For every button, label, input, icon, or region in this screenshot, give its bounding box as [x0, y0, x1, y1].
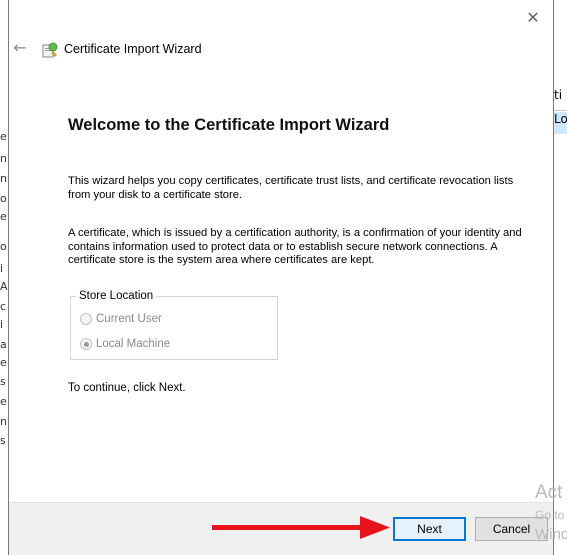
background-text-fragment: e [0, 130, 7, 143]
background-text-fragment: s [0, 375, 6, 388]
activation-watermark-line1: Act [535, 482, 563, 503]
radio-current-user-circle[interactable] [80, 313, 92, 325]
continue-instruction: To continue, click Next. [68, 382, 186, 394]
background-text-fragment: n [0, 415, 7, 428]
background-window-right-edge: ti Lo [554, 0, 567, 555]
activation-watermark-line3: Wind [535, 526, 567, 543]
background-text-fragment: e [0, 210, 7, 223]
background-text-fragment: A [0, 280, 8, 293]
radio-current-user-label: Current User [96, 313, 162, 325]
radio-local-machine[interactable]: Local Machine [80, 336, 170, 352]
background-text-fragment: c [0, 300, 7, 313]
background-text-fragment: i [0, 318, 4, 331]
background-text-fragment: i [0, 262, 4, 275]
next-button[interactable]: Next [393, 517, 466, 541]
close-button[interactable]: ✕ [519, 6, 547, 30]
radio-current-user[interactable]: Current User [80, 311, 162, 327]
window-title: Certificate Import Wizard [64, 42, 202, 56]
background-text-fragment: e [0, 395, 7, 408]
background-text-fragment: n [0, 172, 7, 185]
background-text-fragment: o [0, 192, 7, 205]
activation-watermark-line2: Go to [535, 508, 565, 522]
store-location-legend: Store Location [76, 290, 157, 302]
background-column-header: ti [554, 88, 567, 111]
back-button[interactable]: ← [11, 38, 29, 58]
intro-paragraph: This wizard helps you copy certificates,… [68, 175, 514, 201]
background-text-fragment: o [0, 240, 7, 253]
radio-local-machine-label: Local Machine [96, 338, 171, 350]
background-selected-row: Lo [554, 112, 567, 134]
certificate-import-wizard-dialog: ✕ ← Certificate Import Wizard Welcome to… [8, 0, 554, 555]
background-text-fragment: e [0, 356, 7, 369]
radio-local-machine-circle[interactable] [80, 338, 92, 350]
page-heading: Welcome to the Certificate Import Wizard [68, 116, 390, 134]
red-annotation-arrow [212, 516, 390, 539]
certificate-wizard-icon [42, 42, 58, 58]
back-arrow-icon: ← [13, 38, 27, 57]
background-text-fragment: s [0, 434, 6, 447]
certificate-explanation-paragraph: A certificate, which is issued by a cert… [68, 227, 522, 266]
background-text-fragment: a [0, 338, 7, 351]
background-text-fragment: n [0, 152, 7, 165]
close-icon: ✕ [526, 8, 540, 27]
